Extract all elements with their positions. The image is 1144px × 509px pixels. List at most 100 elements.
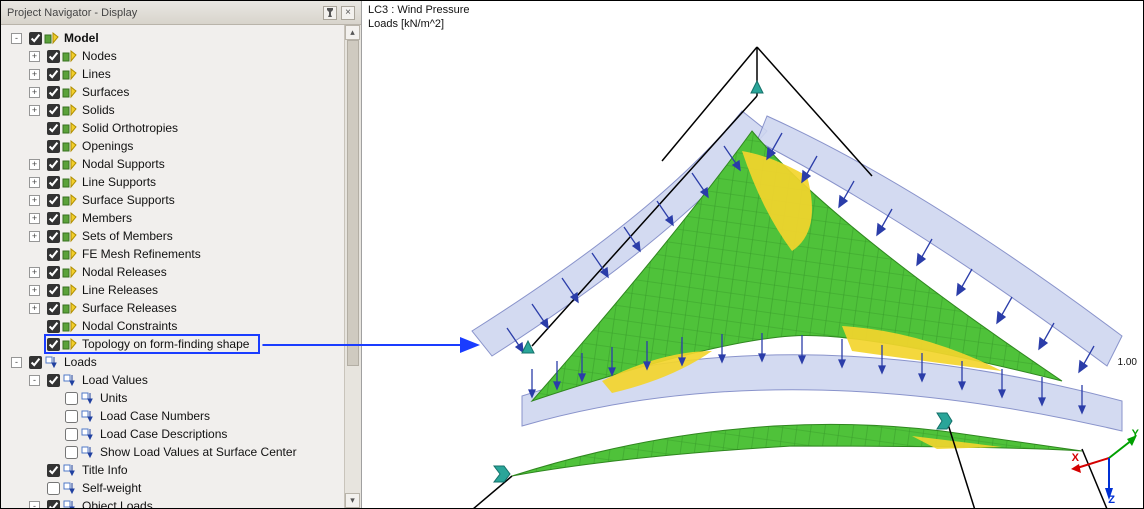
model-icon (62, 193, 77, 207)
tree-checkbox[interactable] (47, 140, 60, 153)
model-icon (62, 175, 77, 189)
tree-item-n10[interactable]: +Members (5, 209, 359, 227)
tree-item-lv3[interactable]: Load Case Descriptions (5, 425, 359, 443)
tree-checkbox[interactable] (47, 122, 60, 135)
expander-spacer (47, 447, 58, 458)
tree-item-ol[interactable]: - Object Loads (5, 497, 359, 508)
expand-icon[interactable]: + (29, 303, 40, 314)
tree-checkbox[interactable] (47, 104, 60, 117)
expand-icon[interactable]: + (29, 285, 40, 296)
axis-y-label: Y (1132, 428, 1139, 440)
tree-item-lv2[interactable]: Load Case Numbers (5, 407, 359, 425)
tree-item-n2[interactable]: +Lines (5, 65, 359, 83)
tree-checkbox[interactable] (47, 482, 60, 495)
tree-checkbox[interactable] (47, 320, 60, 333)
expand-icon[interactable]: + (29, 159, 40, 170)
tree-item-n6[interactable]: Openings (5, 137, 359, 155)
tree-checkbox[interactable] (47, 86, 60, 99)
tree-checkbox[interactable] (47, 176, 60, 189)
tree-item-root[interactable]: -Model (5, 29, 359, 47)
model-icon (62, 211, 77, 225)
tree-item-n4[interactable]: + Solids (5, 101, 359, 119)
expand-icon[interactable]: + (29, 69, 40, 80)
model-icon (62, 139, 77, 153)
collapse-icon[interactable]: - (29, 375, 40, 386)
tree-item-lv1[interactable]: Units (5, 389, 359, 407)
tree-item-n1[interactable]: + Nodes (5, 47, 359, 65)
tree-checkbox[interactable] (47, 68, 60, 81)
tree-checkbox[interactable] (47, 374, 60, 387)
load-icon (62, 373, 77, 387)
tree-item-n11[interactable]: +Sets of Members (5, 227, 359, 245)
tree-item-n3[interactable]: + Surfaces (5, 83, 359, 101)
expand-icon[interactable]: + (29, 51, 40, 62)
tree-item-n9[interactable]: +Surface Supports (5, 191, 359, 209)
tree-checkbox[interactable] (65, 446, 78, 459)
expand-icon[interactable]: + (29, 105, 40, 116)
tree-label: Surface Releases (80, 301, 179, 315)
tree-item-lv4[interactable]: Show Load Values at Surface Center (5, 443, 359, 461)
tree-label: Title Info (80, 463, 130, 477)
tree-checkbox[interactable] (47, 464, 60, 477)
model-icon (62, 247, 77, 261)
tree-label: Solids (80, 103, 117, 117)
collapse-icon[interactable]: - (11, 357, 22, 368)
tree-checkbox[interactable] (65, 410, 78, 423)
tree-item-n7[interactable]: +Nodal Supports (5, 155, 359, 173)
tree-view[interactable]: -Model+Nodes+Lines+Surfaces+SolidsSolid … (1, 25, 361, 508)
load-icon (80, 445, 95, 459)
tree-checkbox[interactable] (65, 392, 78, 405)
tree-label: Openings (80, 139, 135, 153)
scroll-up-icon[interactable]: ▴ (345, 25, 360, 40)
expand-icon[interactable]: + (29, 213, 40, 224)
tree-checkbox[interactable] (47, 194, 60, 207)
tree-item-n12[interactable]: FE Mesh Refinements (5, 245, 359, 263)
scroll-down-icon[interactable]: ▾ (345, 493, 360, 508)
tree-checkbox[interactable] (47, 338, 60, 351)
tree-item-lv[interactable]: -Load Values (5, 371, 359, 389)
load-icon (80, 427, 95, 441)
tree-checkbox[interactable] (65, 428, 78, 441)
tree-checkbox[interactable] (47, 50, 60, 63)
tree-checkbox[interactable] (29, 356, 42, 369)
tree-checkbox[interactable] (29, 32, 42, 45)
tree-item-n14[interactable]: +Line Releases (5, 281, 359, 299)
tree-item-n13[interactable]: +Nodal Releases (5, 263, 359, 281)
scrollbar-vertical[interactable]: ▴ ▾ (344, 25, 361, 508)
tree-checkbox[interactable] (47, 248, 60, 261)
model-viewport[interactable]: LC3 : Wind Pressure Loads [kN/m^2] (362, 1, 1143, 508)
tree-checkbox[interactable] (47, 230, 60, 243)
tree-item-sw[interactable]: Self-weight (5, 479, 359, 497)
tree-checkbox[interactable] (47, 266, 60, 279)
tree-item-n16[interactable]: Nodal Constraints (5, 317, 359, 335)
tree-label: Object Loads (80, 499, 155, 508)
tree-item-n5[interactable]: Solid Orthotropies (5, 119, 359, 137)
tree-label: Nodes (80, 49, 119, 63)
tree-checkbox[interactable] (47, 302, 60, 315)
expander-spacer (29, 339, 40, 350)
expand-icon[interactable]: + (29, 87, 40, 98)
collapse-icon[interactable]: - (29, 501, 40, 509)
axis-x-label: X (1072, 452, 1079, 464)
tree-item-n8[interactable]: +Line Supports (5, 173, 359, 191)
pin-icon[interactable] (323, 6, 337, 20)
tree-checkbox[interactable] (47, 212, 60, 225)
tree-checkbox[interactable] (47, 158, 60, 171)
expand-icon[interactable]: + (29, 267, 40, 278)
scrollbar-thumb[interactable] (347, 40, 359, 366)
tree-checkbox[interactable] (47, 500, 60, 509)
tree-item-loads[interactable]: -Loads (5, 353, 359, 371)
collapse-icon[interactable]: - (11, 33, 22, 44)
tree-item-n17[interactable]: Topology on form-finding shape (5, 335, 359, 353)
close-icon[interactable]: × (341, 6, 355, 20)
tree-item-ti[interactable]: Title Info (5, 461, 359, 479)
expand-icon[interactable]: + (29, 177, 40, 188)
tree-item-n15[interactable]: + Surface Releases (5, 299, 359, 317)
expand-icon[interactable]: + (29, 231, 40, 242)
tree-label: Surfaces (80, 85, 131, 99)
navigator-title: Project Navigator - Display (7, 7, 319, 19)
tree-label: Load Case Numbers (98, 409, 212, 423)
model-icon (62, 121, 77, 135)
expand-icon[interactable]: + (29, 195, 40, 206)
tree-checkbox[interactable] (47, 284, 60, 297)
